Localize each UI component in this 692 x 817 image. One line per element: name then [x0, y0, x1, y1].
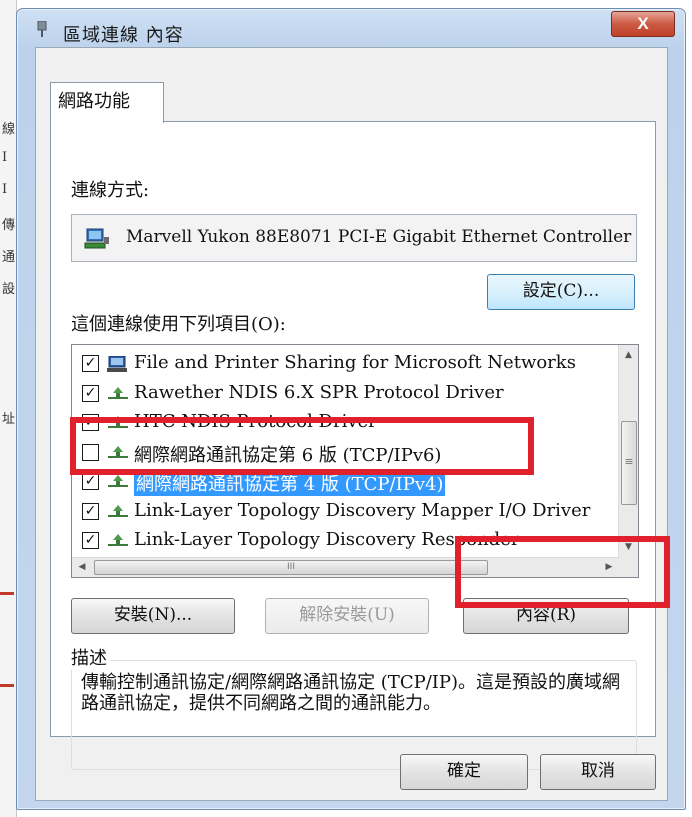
properties-dialog: 區域連線 內容 X 網路功能 連線方式: Marvell Yukon 88E80…: [16, 8, 686, 810]
list-item[interactable]: 網際網路通訊協定第 6 版 (TCP/IPv6): [72, 438, 618, 467]
background-text-fragment: 傳: [2, 218, 16, 233]
background-text-fragment: I: [2, 150, 8, 165]
item-label: Rawether NDIS 6.X SPR Protocol Driver: [134, 381, 504, 403]
item-checkbox[interactable]: [82, 443, 99, 461]
scroll-right-icon[interactable]: ▶: [599, 558, 619, 577]
cancel-button[interactable]: 取消: [540, 754, 656, 790]
network-protocol-icon: [108, 416, 128, 428]
dialog-body: 網路功能 連線方式: Marvell Yukon 88E8071 PCI-E G…: [35, 47, 668, 801]
tab-networking[interactable]: 網路功能: [50, 82, 164, 123]
uninstall-button[interactable]: 解除安裝(U): [265, 598, 429, 634]
background-text-fragment: 址: [2, 412, 16, 427]
item-checkbox[interactable]: ✓: [82, 473, 99, 490]
item-label: Link-Layer Topology Discovery Responder: [134, 529, 520, 550]
scroll-thumb-horizontal[interactable]: III: [94, 560, 488, 575]
tab-panel: 連線方式: Marvell Yukon 88E8071 PCI-E Gigabi…: [50, 121, 656, 770]
properties-button[interactable]: 內容(R): [463, 598, 629, 634]
background-text-fragment: 設: [2, 282, 16, 297]
configure-button[interactable]: 設定(C)...: [487, 274, 635, 310]
adapter-field: Marvell Yukon 88E8071 PCI-E Gigabit Ethe…: [71, 214, 637, 262]
network-protocol-icon: [108, 386, 128, 399]
network-protocol-icon: [108, 445, 128, 458]
network-protocol-icon: [108, 475, 128, 487]
ok-button[interactable]: 確定: [400, 754, 528, 790]
item-label: 網際網路通訊協定第 6 版 (TCP/IPv6): [134, 444, 442, 466]
computer-share-icon: [107, 356, 127, 372]
list-item[interactable]: ✓ File and Printer Sharing for Microsoft …: [72, 349, 618, 378]
list-item[interactable]: ✓ Rawether NDIS 6.X SPR Protocol Driver: [72, 379, 618, 408]
background-text-fragment: 通: [2, 250, 16, 265]
item-checkbox[interactable]: ✓: [82, 384, 99, 402]
background-text-fragment: 線: [2, 122, 16, 137]
scroll-up-icon[interactable]: ▲: [619, 345, 638, 365]
horizontal-scrollbar[interactable]: ◀ III ▶: [72, 557, 619, 577]
item-label: HTC NDIS Protocol Driver: [134, 411, 377, 432]
list-item[interactable]: ✓ 網際網路通訊協定第 4 版 (TCP/IPv4): [72, 467, 618, 496]
item-label: 網際網路通訊協定第 4 版 (TCP/IPv4): [134, 470, 446, 496]
scroll-thumb[interactable]: ≡: [621, 421, 637, 505]
background-red-line: [0, 684, 14, 687]
connect-using-label: 連線方式:: [71, 180, 150, 201]
title-bar[interactable]: 區域連線 內容 X: [17, 9, 685, 47]
network-protocol-icon: [108, 534, 128, 546]
network-plug-icon: [37, 21, 47, 37]
item-checkbox[interactable]: ✓: [82, 532, 99, 549]
background-window-edge: 線 I I 傳 通 設 址: [0, 0, 17, 817]
item-label: Link-Layer Topology Discovery Mapper I/O…: [134, 499, 591, 521]
close-button[interactable]: X: [611, 11, 675, 37]
description-title: 描述: [71, 644, 111, 670]
list-item[interactable]: ✓ Link-Layer Topology Discovery Responder: [72, 526, 618, 555]
network-adapter-icon: [84, 228, 109, 249]
description-group: 描述 傳輸控制通訊協定/網際網路通訊協定 (TCP/IP)。這是預設的廣域網路通…: [71, 644, 637, 770]
item-label: File and Printer Sharing for Microsoft N…: [134, 352, 576, 373]
components-list[interactable]: ✓ File and Printer Sharing for Microsoft …: [71, 344, 639, 578]
window-title: 區域連線 內容: [63, 25, 184, 46]
adapter-name: Marvell Yukon 88E8071 PCI-E Gigabit Ethe…: [126, 227, 632, 247]
item-checkbox[interactable]: ✓: [82, 414, 99, 431]
scroll-left-icon[interactable]: ◀: [72, 558, 92, 577]
description-text: 傳輸控制通訊協定/網際網路通訊協定 (TCP/IP)。這是預設的廣域網路通訊協定…: [81, 672, 621, 714]
item-checkbox[interactable]: ✓: [82, 502, 99, 520]
network-protocol-icon: [108, 504, 128, 517]
items-label: 這個連線使用下列項目(O):: [71, 314, 286, 335]
background-red-line: [0, 592, 14, 595]
vertical-scrollbar[interactable]: ▲ ≡ ▼: [618, 345, 638, 577]
background-text-fragment: I: [2, 182, 8, 197]
scroll-down-icon[interactable]: ▼: [619, 537, 638, 557]
list-item[interactable]: ✓ HTC NDIS Protocol Driver: [72, 408, 618, 437]
item-checkbox[interactable]: ✓: [82, 355, 99, 372]
install-button[interactable]: 安裝(N)...: [71, 598, 235, 634]
list-item[interactable]: ✓ Link-Layer Topology Discovery Mapper I/…: [72, 497, 618, 526]
